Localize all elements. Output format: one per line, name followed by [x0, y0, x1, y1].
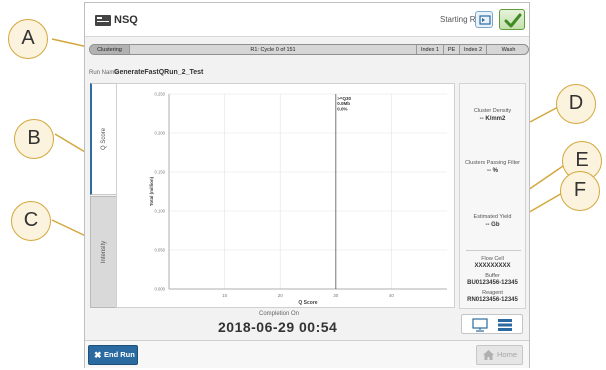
flow-cell-label: Flow Cell [481, 256, 504, 262]
end-run-button[interactable]: ✖ End Run [88, 345, 138, 365]
x-tick-label: 40 [389, 293, 395, 298]
x-axis-label: Q Score [298, 300, 317, 306]
end-run-label: End Run [104, 350, 135, 359]
cluster-density-label: Cluster Density [473, 108, 512, 114]
callout-b: B [14, 119, 54, 159]
buffer-label: Buffer [485, 273, 500, 279]
reagent-value: RN0123456-12345 [467, 297, 518, 303]
callout-c: C [11, 201, 51, 241]
metrics-divider [466, 250, 521, 251]
reagent-label: Reagent [482, 290, 503, 296]
y-tick-label: 0.100 [155, 209, 166, 214]
tab-q-score-label: Q Score [101, 127, 107, 151]
home-button[interactable]: Home [476, 345, 523, 365]
step-wash: Wash [501, 47, 516, 53]
flow-cell-value: XXXXXXXXX [474, 263, 511, 269]
q30-threshold-label: 0.0% [337, 106, 347, 111]
back-icon [479, 15, 491, 25]
q-score-chart: 0.000 0.050 0.100 0.150 0.200 0.250 10 20 30 40 Q … [116, 83, 455, 308]
back-button[interactable] [475, 11, 493, 28]
y-tick-label: 0.200 [155, 131, 166, 136]
list-icon[interactable] [498, 319, 512, 331]
home-label: Home [497, 350, 518, 359]
x-tick-label: 10 [222, 293, 228, 298]
buffer-value: BU0123456-12345 [467, 280, 518, 286]
step-pe: PE [444, 45, 460, 54]
estimated-yield-value: -- Gb [485, 222, 500, 228]
clusters-passing-filter-value: -- % [487, 168, 498, 174]
y-tick-label: 0.000 [155, 287, 166, 292]
home-icon [483, 350, 494, 360]
run-progress-steps: Clustering R1: Cycle 0 of 151 Index 1 PE… [89, 44, 529, 55]
tab-q-score[interactable]: Q Score [90, 83, 117, 195]
x-tick-label: 20 [278, 293, 284, 298]
run-name-value: GenerateFastQRun_2_Test [114, 69, 204, 76]
callout-a: A [8, 19, 48, 59]
app-window: NSQ Starting Run Clustering R1: Cycle 0 … [84, 2, 530, 368]
y-tick-label: 0.050 [155, 248, 166, 253]
view-toggle [461, 314, 523, 334]
monitor-icon[interactable] [472, 318, 488, 332]
title-bar: NSQ Starting Run [85, 3, 529, 37]
step-index1: Index 1 [417, 45, 444, 54]
bottom-bar: ✖ End Run Home [85, 340, 529, 368]
step-index2: Index 2 [460, 45, 487, 54]
y-axis-label: Total (million) [149, 176, 154, 206]
close-icon: ✖ [94, 350, 102, 360]
estimated-yield-label: Estimated Yield [473, 214, 512, 220]
tab-intensity[interactable]: Intensity [90, 196, 117, 308]
cluster-density-value: -- K/mm2 [479, 116, 506, 122]
x-tick-label: 30 [333, 293, 339, 298]
y-tick-label: 0.250 [155, 92, 166, 97]
tab-intensity-label: Intensity [100, 240, 107, 264]
completion-datetime: 2018-06-29 00:54 [218, 319, 338, 335]
confirm-button[interactable] [499, 9, 525, 30]
checkmark-icon [504, 13, 522, 28]
q-score-chart-svg: 0.000 0.050 0.100 0.150 0.200 0.250 10 20 30 40 Q … [149, 92, 447, 306]
instrument-icon [95, 15, 111, 26]
clusters-passing-filter-label: Clusters Passing Filter [464, 160, 521, 166]
step-clustering: Clustering [90, 45, 130, 54]
app-brand: NSQ [114, 14, 138, 26]
callout-f: F [560, 171, 600, 211]
callout-d: D [556, 84, 596, 124]
step-read1: R1: Cycle 0 of 151 [130, 45, 417, 54]
y-tick-label: 0.150 [155, 170, 166, 175]
completion-label: Completion On [259, 311, 300, 317]
run-metrics-panel: Cluster Density -- K/mm2 Clusters Passin… [459, 83, 526, 309]
